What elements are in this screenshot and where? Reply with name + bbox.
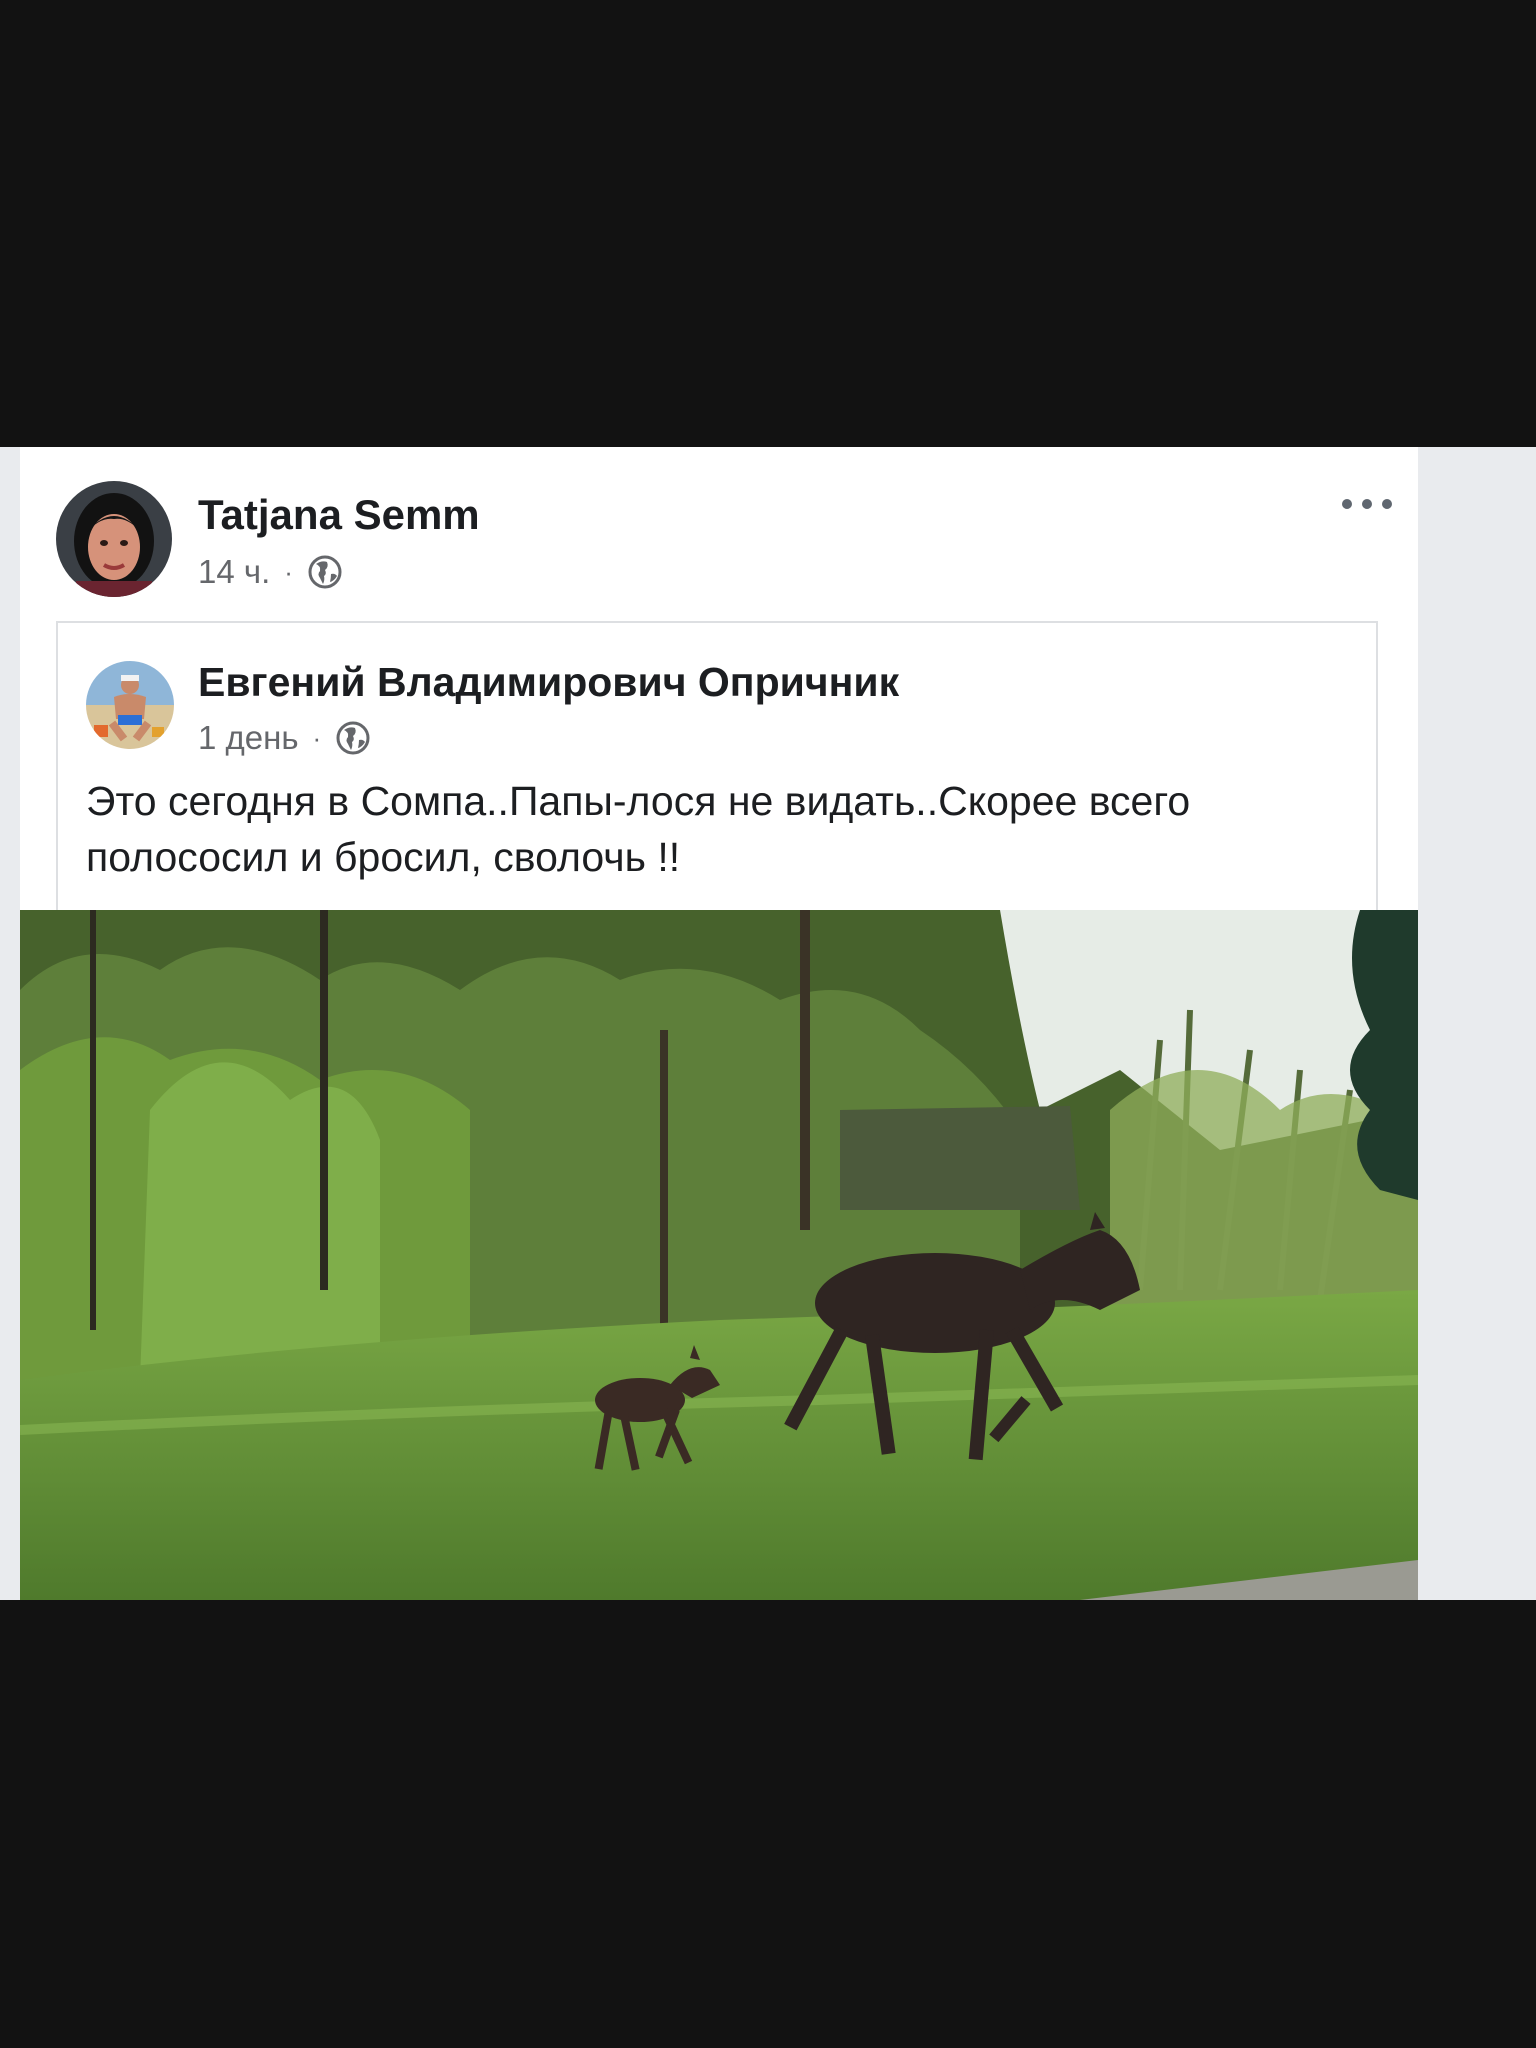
shared-post-timestamp[interactable]: 1 день bbox=[198, 719, 299, 757]
post-photo[interactable] bbox=[20, 910, 1418, 1600]
post-timestamp[interactable]: 14 ч. bbox=[198, 553, 270, 591]
meta-separator: · bbox=[284, 556, 293, 587]
more-options-icon[interactable] bbox=[1342, 489, 1392, 519]
shared-author-name[interactable]: Евгений Владимирович Опричник bbox=[198, 659, 899, 706]
post-meta: 14 ч. · bbox=[198, 553, 343, 591]
globe-icon bbox=[307, 554, 343, 590]
shared-author-avatar[interactable] bbox=[86, 661, 174, 749]
shared-post-meta: 1 день · bbox=[198, 719, 371, 757]
shared-post-text: Это сегодня в Сомпа..Папы-лося не видать… bbox=[86, 778, 1191, 880]
author-name[interactable]: Tatjana Semm bbox=[198, 491, 480, 539]
globe-icon bbox=[335, 720, 371, 756]
meta-separator: · bbox=[312, 722, 322, 753]
post-card: Tatjana Semm 14 ч. · Евгений Владимирови… bbox=[20, 447, 1418, 1600]
author-avatar[interactable] bbox=[56, 481, 172, 597]
